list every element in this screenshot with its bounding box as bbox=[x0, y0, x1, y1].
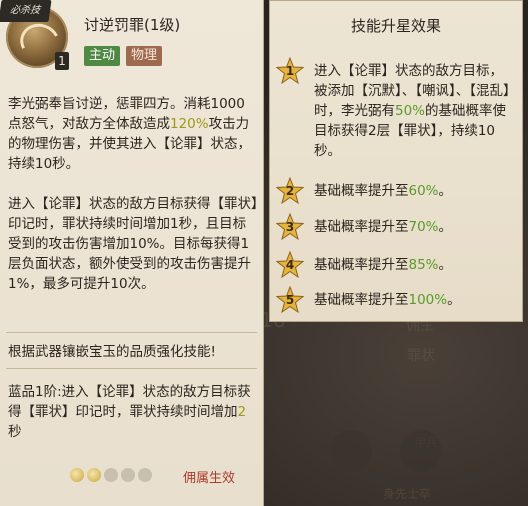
star-upgrade-area: 技能升星效果 1 进入【论罪】状态的敌方目标，被添加【沉默】、【嘲讽】、【混乱】… bbox=[265, 0, 528, 506]
divider bbox=[6, 332, 257, 333]
gem-dot-empty bbox=[121, 468, 135, 482]
skill-header: 必杀技 1 讨逆罚罪(1级) 主动 物理 bbox=[0, 0, 263, 80]
gem-enhance-title: 根据武器镶嵌宝玉的品质强化技能! bbox=[8, 344, 216, 360]
active-badge: 主动 bbox=[84, 46, 121, 66]
star-row-5: 5 基础概率提升至100%。 bbox=[275, 285, 516, 314]
star-icon: 5 bbox=[275, 285, 305, 314]
gem-dot-filled bbox=[70, 468, 84, 482]
star-icon: 2 bbox=[275, 176, 305, 205]
gem-quality-dots bbox=[70, 468, 152, 482]
skill-description-main: 李光弼奉旨讨逆，惩罪四方。消耗1000点怒气，对敌方全体敌造成120%攻击力的物… bbox=[8, 96, 251, 172]
star-row-4: 4 基础概率提升至85%。 bbox=[275, 250, 516, 279]
star-row-text: 基础概率提升至85%。 bbox=[314, 257, 453, 273]
star-row-1: 1 进入【论罪】状态的敌方目标，被添加【沉默】、【嘲讽】、【混乱】时，李光弼有5… bbox=[275, 56, 516, 167]
skill-name: 讨逆罚罪(1级) bbox=[84, 16, 181, 34]
star-icon: 4 bbox=[275, 250, 305, 279]
star-row-2: 2 基础概率提升至60%。 bbox=[275, 176, 516, 205]
divider bbox=[6, 368, 257, 369]
skill-level-badge: 1 bbox=[55, 52, 69, 70]
star-row-3: 3 基础概率提升至70%。 bbox=[275, 212, 516, 241]
gem-enhance-desc: 蓝品1阶:进入【论罪】状态的敌方目标获得【罪状】印记时，罪状持续时间增加2秒 bbox=[8, 384, 251, 440]
star-row-text: 基础概率提升至70%。 bbox=[314, 219, 453, 235]
star-row-text: 基础概率提升至100%。 bbox=[314, 292, 461, 308]
skill-detail-panel: 必杀技 1 讨逆罚罪(1级) 主动 物理 李光弼奉旨讨逆，惩罪四方。消耗1000… bbox=[0, 0, 264, 506]
mercenary-effect-label: 佣属生效 bbox=[183, 471, 236, 486]
ultimate-tag: 必杀技 bbox=[0, 0, 52, 22]
gem-dot-filled bbox=[87, 468, 101, 482]
star-row-text: 进入【论罪】状态的敌方目标，被添加【沉默】、【嘲讽】、【混乱】时，李光弼有50%… bbox=[314, 63, 510, 159]
star-icon: 1 bbox=[275, 56, 305, 85]
gem-dot-empty bbox=[138, 468, 152, 482]
skill-description-effect: 进入【论罪】状态的敌方目标获得【罪状】印记时，罪状持续时间增加1秒，且目标受到的… bbox=[8, 196, 258, 292]
star-icon: 3 bbox=[275, 212, 305, 241]
gem-dot-empty bbox=[104, 468, 118, 482]
star-upgrade-panel: 技能升星效果 1 进入【论罪】状态的敌方目标，被添加【沉默】、【嘲讽】、【混乱】… bbox=[269, 0, 523, 322]
star-panel-title: 技能升星效果 bbox=[350, 17, 441, 35]
physical-badge: 物理 bbox=[126, 46, 163, 66]
star-row-text: 基础概率提升至60%。 bbox=[314, 183, 453, 199]
